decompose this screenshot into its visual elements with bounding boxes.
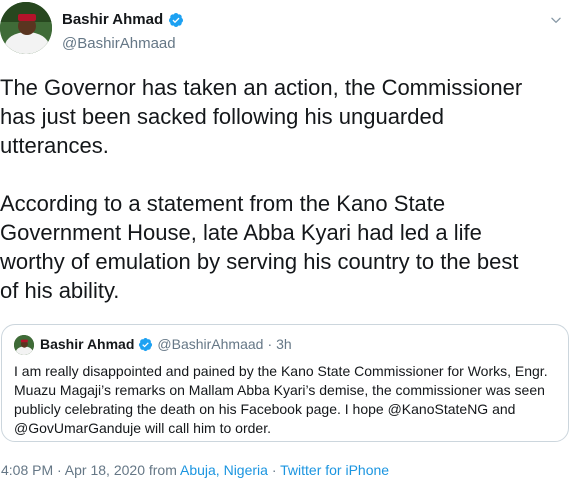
quoted-tweet[interactable]: Bashir Ahmad @BashirAhmaad · 3h I am rea…: [1, 324, 569, 442]
quoted-header: Bashir Ahmad @BashirAhmaad · 3h: [40, 336, 292, 352]
quoted-author-handle: @BashirAhmaad: [157, 336, 264, 352]
author-avatar[interactable]: [0, 2, 52, 54]
author-handle[interactable]: @BashirAhmaad: [62, 35, 176, 52]
author-name[interactable]: Bashir Ahmad: [62, 11, 163, 28]
chevron-down-icon[interactable]: [549, 13, 563, 27]
verified-badge-icon: [169, 12, 184, 27]
tweet-location[interactable]: Abuja, Nigeria: [180, 462, 268, 478]
quoted-separator: ·: [267, 336, 273, 352]
tweet-meta: 4:08 PM · Apr 18, 2020 from Abuja, Niger…: [1, 462, 389, 478]
quoted-author-name: Bashir Ahmad: [40, 336, 135, 352]
meta-separator: ·: [267, 462, 281, 478]
quoted-time: 3h: [276, 336, 292, 352]
tweet-text: The Governor has taken an action, the Co…: [0, 75, 523, 303]
verified-badge-icon: [139, 337, 153, 351]
quoted-text: I am really disappointed and pained by t…: [14, 363, 548, 436]
author-name-row: Bashir Ahmad: [62, 11, 184, 28]
quoted-author-avatar: [14, 335, 34, 355]
tweet-timestamp[interactable]: 4:08 PM · Apr 18, 2020 from: [1, 462, 180, 478]
tweet-source[interactable]: Twitter for iPhone: [280, 462, 389, 478]
